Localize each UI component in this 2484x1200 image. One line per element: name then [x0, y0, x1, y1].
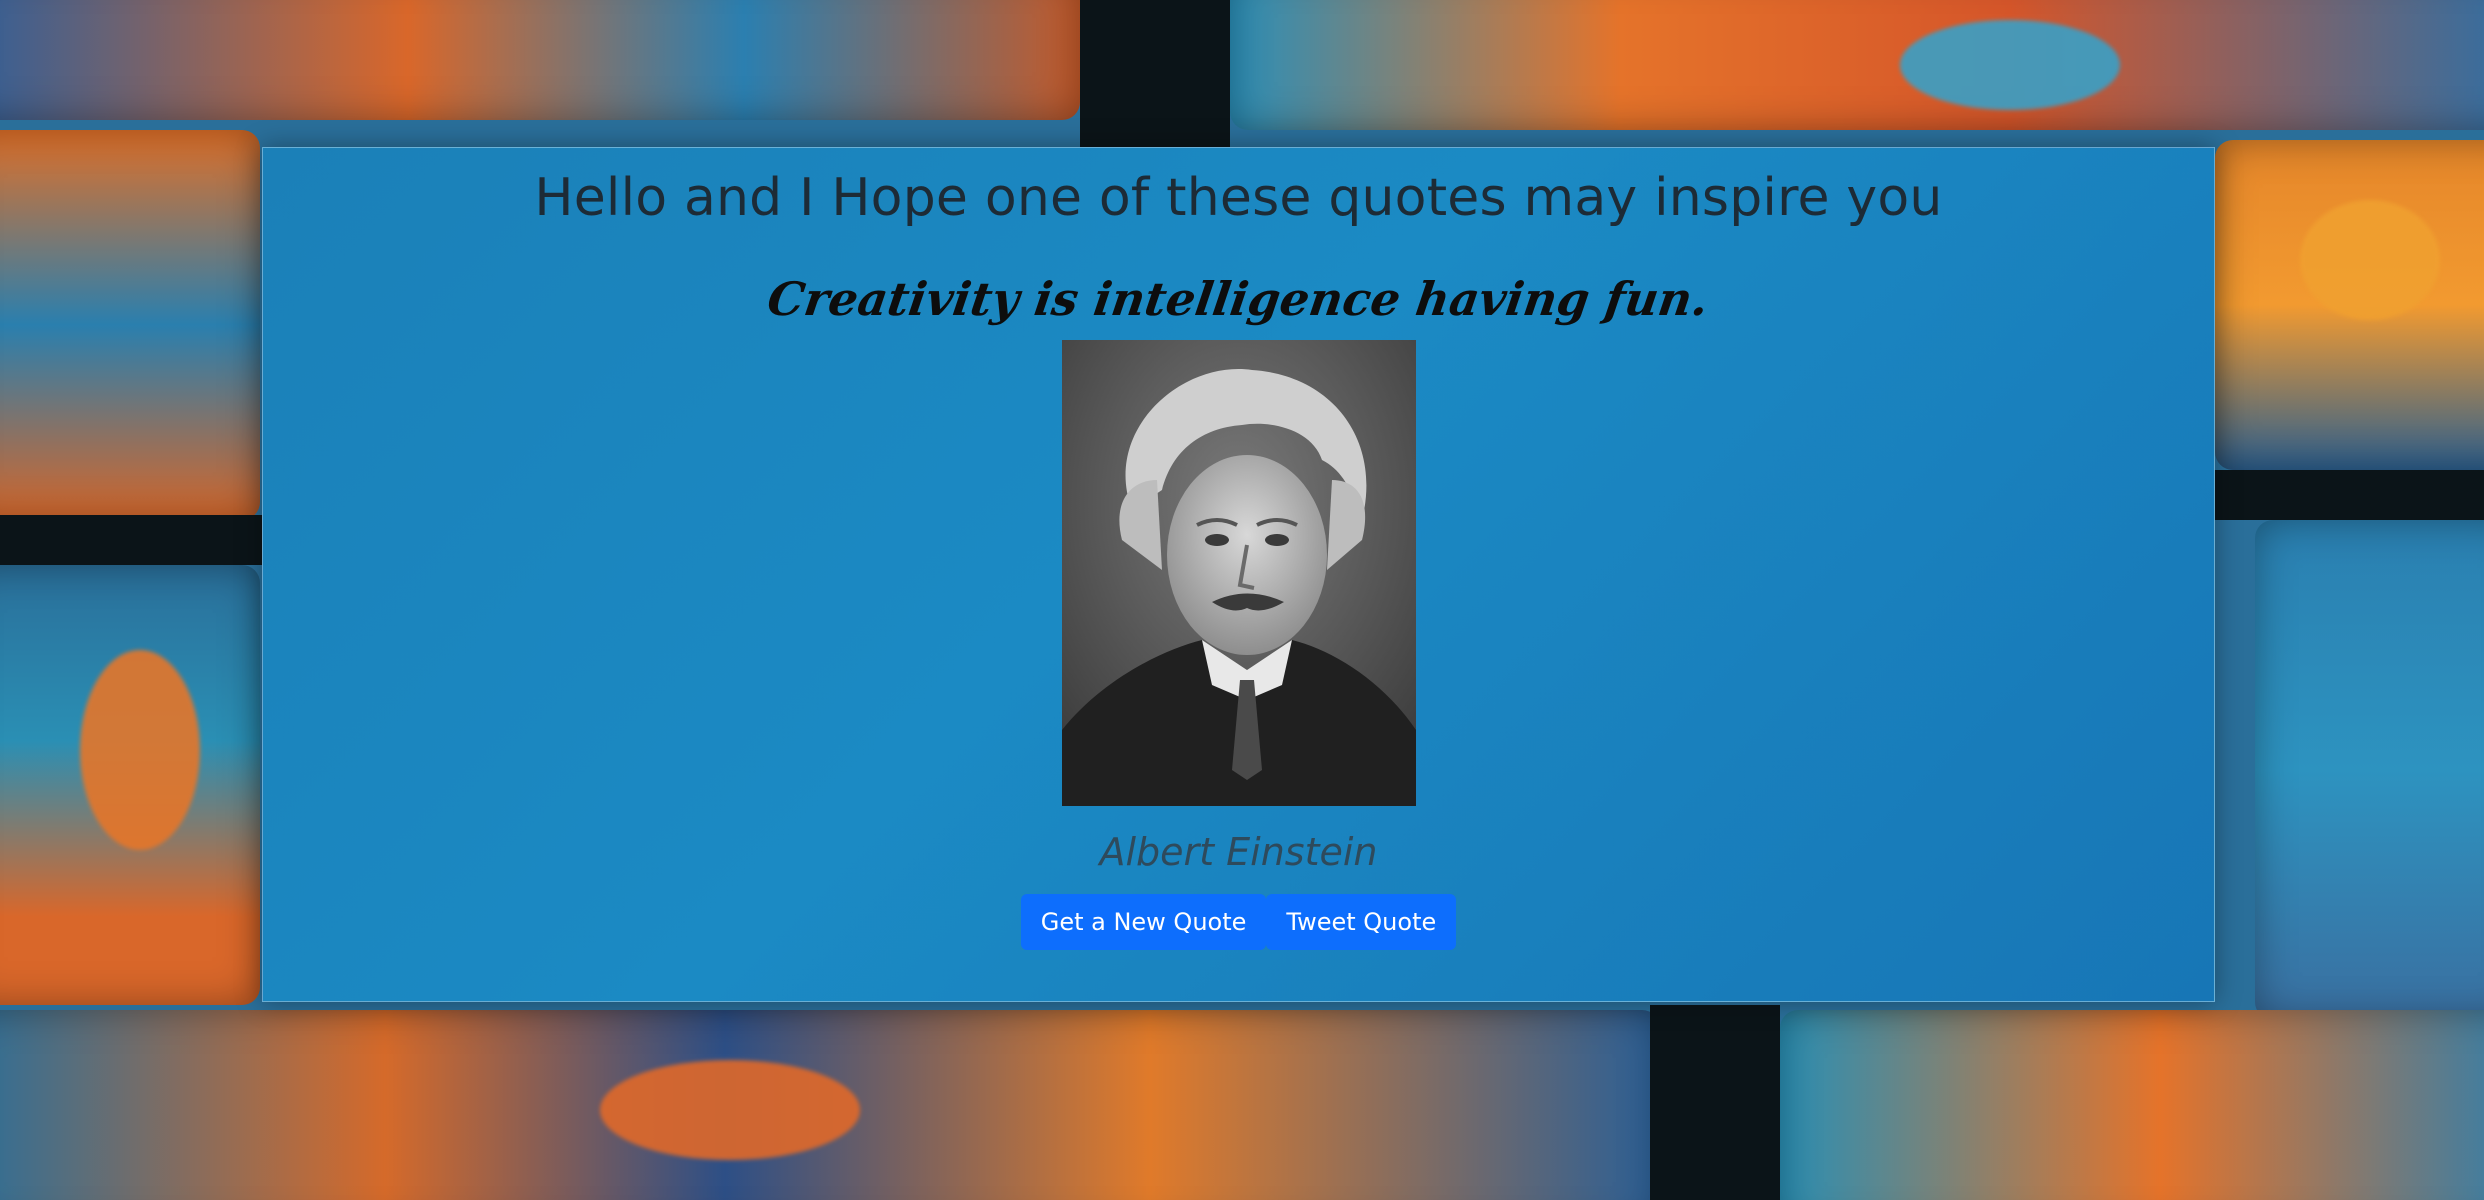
quote-card: Hello and I Hope one of these quotes may…: [262, 147, 2215, 1002]
tweet-quote-button[interactable]: Tweet Quote: [1266, 894, 1457, 950]
page-heading: Hello and I Hope one of these quotes may…: [534, 168, 1943, 228]
author-portrait: [1061, 340, 1416, 806]
action-buttons: Get a New Quote Tweet Quote: [263, 894, 2214, 950]
quote-author: Albert Einstein: [1099, 830, 1378, 874]
new-quote-button[interactable]: Get a New Quote: [1020, 894, 1267, 950]
quote-text: Creativity is intelligence having fun.: [764, 272, 1713, 326]
